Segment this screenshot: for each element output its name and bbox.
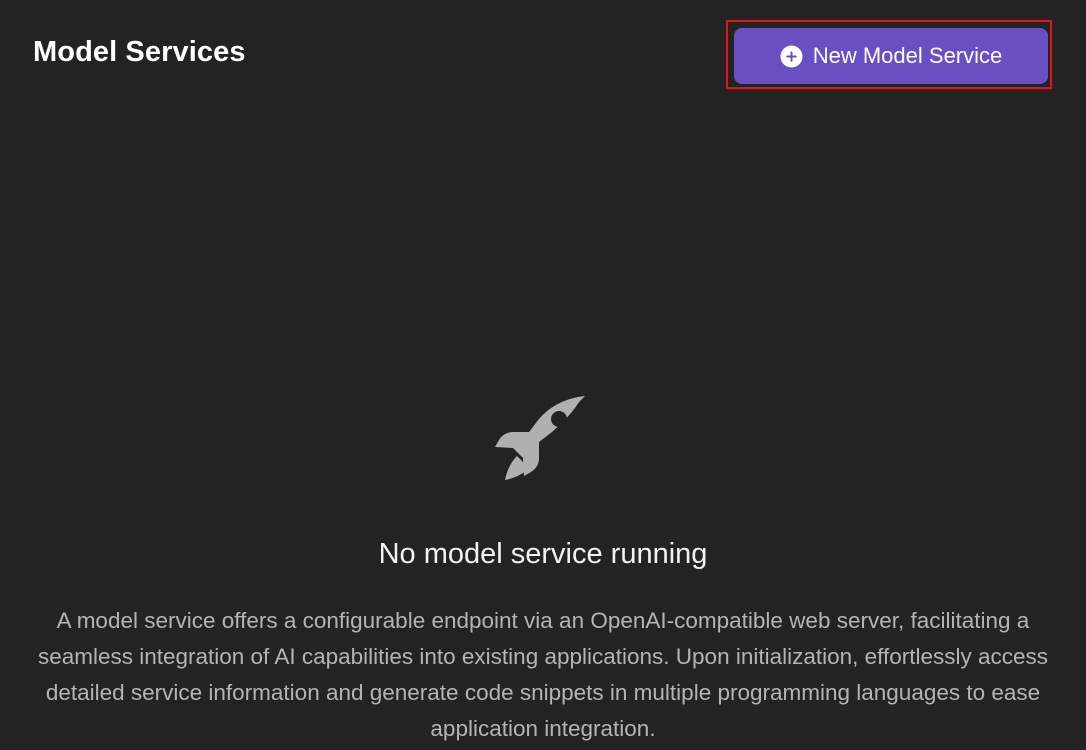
new-model-service-label: New Model Service (812, 43, 1003, 68)
plus-circle-icon (780, 44, 803, 68)
new-model-service-button[interactable]: New Model Service (734, 28, 1048, 84)
model-services-page: Model Services New Model Service No mode… (0, 0, 1086, 750)
empty-state-illustration (0, 392, 1086, 492)
rocket-icon (495, 396, 585, 480)
empty-state-description: A model service offers a configurable en… (37, 608, 1049, 741)
empty-state-title: No model service running (378, 538, 708, 570)
page-title: Model Services (33, 36, 246, 68)
